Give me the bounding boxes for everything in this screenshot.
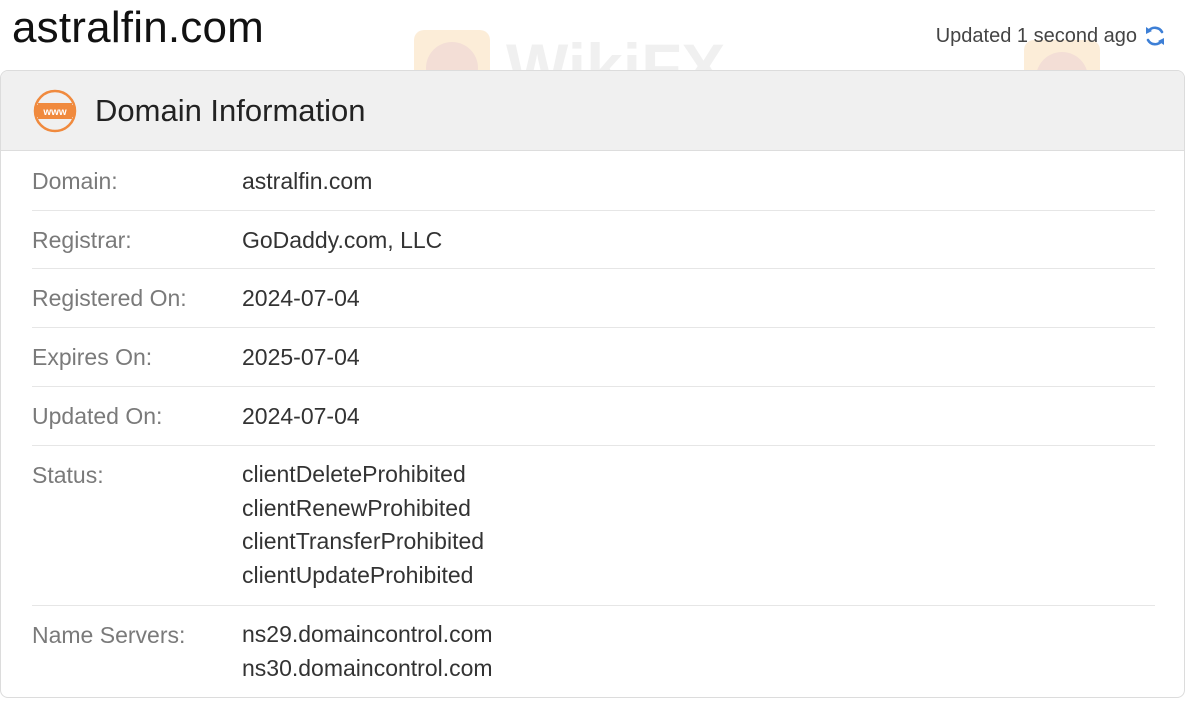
page-title: astralfin.com bbox=[12, 3, 265, 52]
row-label: Domain: bbox=[32, 168, 118, 194]
status-item: clientDeleteProhibited bbox=[242, 461, 466, 487]
row-value: GoDaddy.com, LLC bbox=[242, 227, 443, 253]
panel-header: www Domain Information bbox=[1, 71, 1184, 151]
row-label: Registered On: bbox=[32, 285, 187, 311]
row-label: Expires On: bbox=[32, 344, 153, 370]
name-server-list: ns29.domaincontrol.com ns30.domaincontro… bbox=[242, 606, 493, 696]
www-icon: www bbox=[33, 89, 77, 133]
row-registrar: Registrar: GoDaddy.com, LLC bbox=[32, 211, 1155, 269]
row-expires-on: Expires On: 2025-07-04 bbox=[32, 328, 1155, 387]
page-header: astralfin.com Updated 1 second ago bbox=[0, 0, 1185, 70]
info-table: Domain: astralfin.com Registrar: GoDaddy… bbox=[32, 152, 1155, 696]
row-updated-on: Updated On: 2024-07-04 bbox=[32, 387, 1155, 446]
update-status: Updated 1 second ago bbox=[936, 22, 1167, 50]
svg-text:www: www bbox=[42, 107, 67, 118]
row-value: 2024-07-04 bbox=[242, 403, 360, 429]
name-server-item: ns29.domaincontrol.com bbox=[242, 621, 493, 647]
row-value: astralfin.com bbox=[242, 168, 373, 194]
row-label: Status: bbox=[32, 462, 104, 488]
row-label: Registrar: bbox=[32, 227, 132, 253]
status-item: clientRenewProhibited bbox=[242, 494, 471, 521]
row-status: Status: clientDeleteProhibited clientRen… bbox=[32, 446, 1155, 606]
row-value: 2024-07-04 bbox=[242, 285, 360, 311]
status-list: clientDeleteProhibited clientRenewProhib… bbox=[242, 446, 484, 605]
row-label: Updated On: bbox=[32, 403, 163, 429]
row-domain: Domain: astralfin.com bbox=[32, 152, 1155, 211]
row-registered-on: Registered On: 2024-07-04 bbox=[32, 269, 1155, 328]
domain-info-panel: www Domain Information Domain: astralfin… bbox=[0, 70, 1185, 698]
status-item: clientTransferProhibited bbox=[242, 528, 485, 554]
updated-text: Updated 1 second ago bbox=[935, 25, 1137, 47]
row-label: Name Servers: bbox=[32, 622, 186, 648]
name-server-item: ns30.domaincontrol.com bbox=[242, 654, 493, 681]
row-name-servers: Name Servers: ns29.domaincontrol.com ns3… bbox=[32, 606, 1155, 696]
panel-title: Domain Information bbox=[95, 92, 366, 128]
row-value: 2025-07-04 bbox=[242, 344, 360, 370]
status-item: clientUpdateProhibited bbox=[242, 561, 474, 588]
refresh-icon[interactable] bbox=[1143, 24, 1167, 48]
